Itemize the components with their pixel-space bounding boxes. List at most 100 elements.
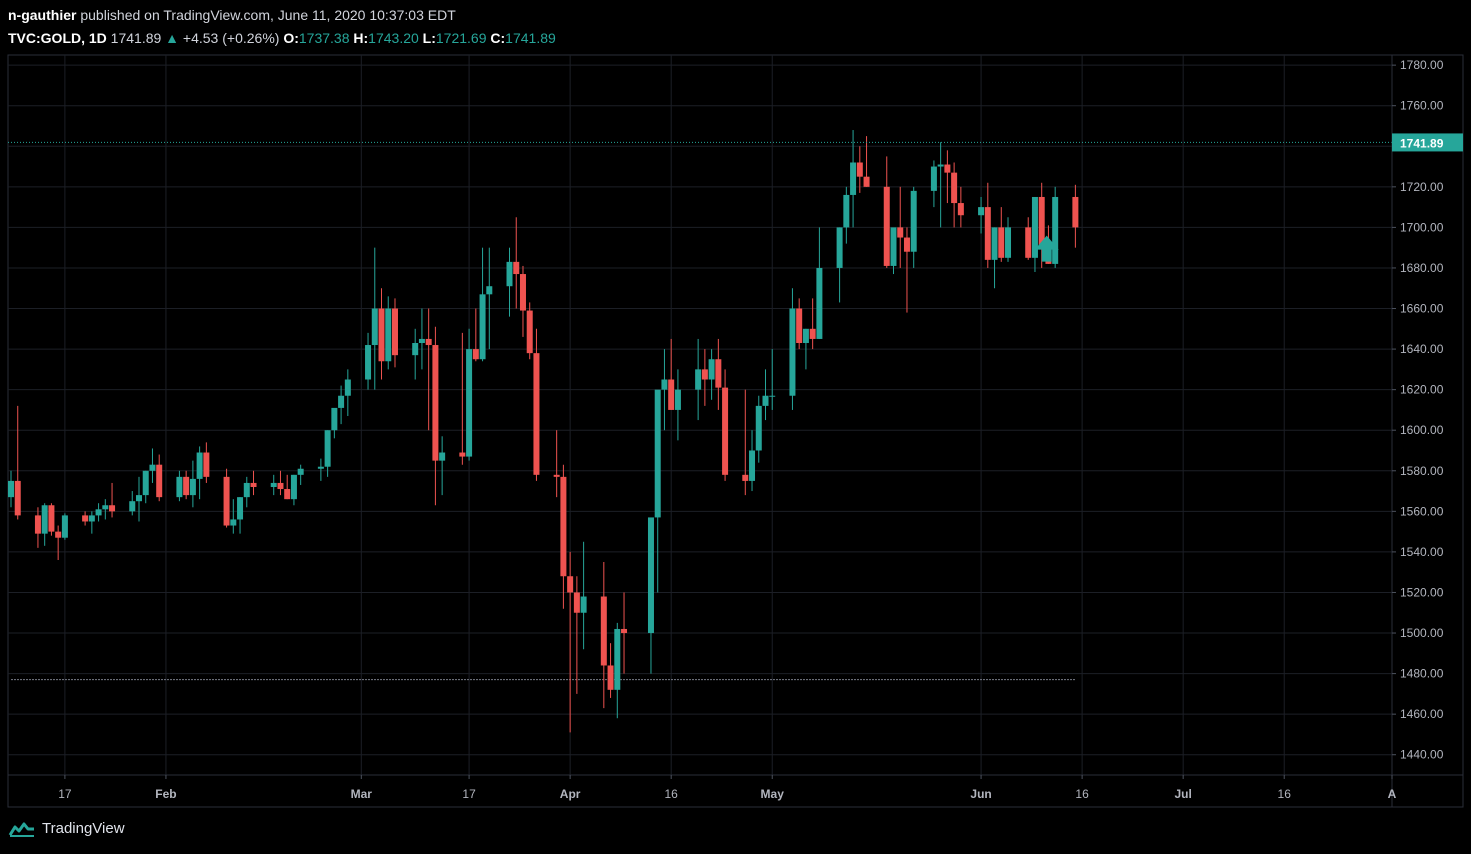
- candle: [991, 227, 998, 289]
- y-tick-label: 1500.00: [1400, 626, 1444, 640]
- candle: [984, 182, 991, 268]
- candle-body: [674, 389, 681, 410]
- candle-body: [513, 261, 520, 275]
- candle: [472, 308, 479, 362]
- candle-body: [715, 359, 722, 388]
- candlestick-chart[interactable]: 1780.001760.001740.001720.001700.001680.…: [0, 0, 1471, 854]
- candle: [856, 146, 863, 193]
- tradingview-logo[interactable]: TradingView: [8, 820, 125, 837]
- grid-lines: [8, 55, 1393, 775]
- candle: [8, 470, 14, 508]
- price-axis: 1780.001760.001740.001720.001700.001680.…: [1392, 58, 1444, 762]
- candle: [338, 385, 345, 425]
- candle-body: [1052, 196, 1059, 264]
- candle: [277, 470, 284, 496]
- candle-body: [883, 186, 890, 266]
- candle-body: [567, 576, 574, 593]
- x-tick-label: 16: [665, 787, 679, 801]
- candle: [762, 369, 769, 421]
- candle: [789, 288, 796, 410]
- candle-body: [809, 328, 816, 339]
- candle-body: [203, 452, 210, 477]
- candle-body: [984, 207, 991, 260]
- candle-body: [863, 176, 870, 187]
- candle-body: [614, 628, 621, 690]
- candle: [863, 136, 870, 187]
- candle-body: [998, 227, 1005, 258]
- candle-body: [432, 345, 439, 461]
- candle-body: [910, 190, 917, 252]
- candle-body: [647, 517, 654, 634]
- candle: [695, 338, 702, 421]
- candle-body: [48, 505, 55, 532]
- candle: [809, 298, 816, 350]
- candle-body: [519, 274, 526, 311]
- candle: [654, 389, 661, 593]
- candle-body: [661, 379, 668, 390]
- candle-body: [560, 476, 567, 577]
- candle-body: [344, 379, 351, 396]
- candle: [715, 338, 722, 410]
- y-tick-label: 1760.00: [1400, 99, 1444, 113]
- candle-body: [277, 482, 284, 490]
- candle: [661, 349, 668, 431]
- y-tick-label: 1440.00: [1400, 748, 1444, 762]
- candle-body: [365, 345, 372, 380]
- candle: [796, 298, 803, 350]
- candle-body: [843, 194, 850, 228]
- candle-body: [317, 466, 324, 469]
- candle: [41, 503, 48, 546]
- y-tick-label: 1780.00: [1400, 58, 1444, 72]
- candle-body: [385, 308, 392, 362]
- candle-body: [459, 452, 466, 457]
- candle: [196, 446, 203, 500]
- candle-body: [580, 596, 587, 613]
- candle-body: [1072, 196, 1079, 228]
- candle-body: [149, 464, 156, 471]
- y-tick-label: 1580.00: [1400, 464, 1444, 478]
- candle: [647, 517, 654, 674]
- candle-body: [237, 497, 244, 520]
- candle: [297, 464, 304, 485]
- candle: [668, 338, 675, 410]
- y-tick-label: 1520.00: [1400, 585, 1444, 599]
- candle-body: [695, 369, 702, 390]
- x-tick-label: 17: [462, 787, 476, 801]
- candle: [526, 302, 533, 360]
- candle-body: [890, 227, 897, 266]
- candle: [1031, 196, 1038, 273]
- candle: [519, 265, 526, 337]
- candle: [742, 389, 749, 496]
- candle: [317, 458, 324, 481]
- candle: [149, 448, 156, 483]
- y-tick-label: 1700.00: [1400, 220, 1444, 234]
- candle-body: [668, 379, 675, 410]
- candle: [203, 442, 210, 483]
- candle-body: [142, 470, 149, 496]
- candle-body: [109, 505, 116, 512]
- candle-body: [290, 474, 297, 500]
- candle: [951, 162, 958, 228]
- candle-body: [526, 310, 533, 354]
- candle: [324, 430, 331, 477]
- candle-body: [418, 338, 425, 343]
- candle: [142, 470, 149, 504]
- x-tick-label: Jul: [1174, 787, 1191, 801]
- candle-body: [553, 474, 560, 477]
- candle-body: [654, 389, 661, 518]
- candle-body: [338, 395, 345, 408]
- candle: [223, 468, 230, 528]
- candle-body: [196, 452, 203, 479]
- candle: [910, 186, 917, 268]
- candle: [978, 196, 985, 234]
- candle-body: [284, 489, 291, 500]
- candle: [466, 328, 473, 461]
- candle-body: [573, 592, 580, 613]
- candle: [998, 207, 1005, 262]
- candle-body: [14, 480, 21, 516]
- candle: [486, 247, 493, 350]
- candle-body: [978, 207, 985, 216]
- candle-body: [802, 328, 809, 343]
- candle: [82, 511, 89, 526]
- candle: [883, 156, 890, 268]
